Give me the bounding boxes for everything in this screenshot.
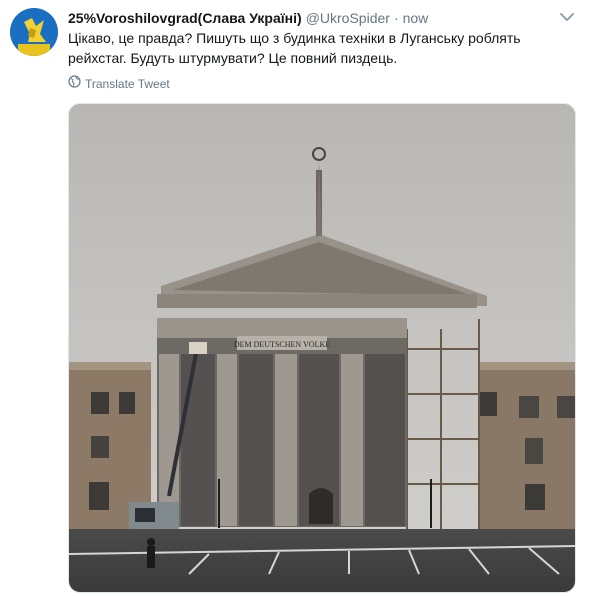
user-handle[interactable]: @UkroSpider xyxy=(306,10,390,26)
display-name[interactable]: 25%Voroshilovgrad(Слава Україні) xyxy=(68,10,302,26)
tweet-text-line-1: Цікаво, це правда? Пишуть що з будинка т… xyxy=(68,30,521,46)
banner-text: DEM DEUTSCHEN VOLKE xyxy=(234,340,330,349)
translate-tweet-link[interactable]: Translate Tweet xyxy=(68,75,170,92)
timestamp[interactable]: now xyxy=(403,10,429,26)
translate-label: Translate Tweet xyxy=(85,76,170,91)
tweet-text: Цікаво, це правда? Пишуть що з будинка т… xyxy=(68,28,568,68)
chevron-down-icon[interactable] xyxy=(559,10,575,24)
tweet: 25%Voroshilovgrad(Слава Україні) @UkroSpi… xyxy=(0,0,599,596)
tweet-header: 25%Voroshilovgrad(Слава Україні) @UkroSpi… xyxy=(68,9,589,27)
avatar[interactable] xyxy=(10,8,58,56)
tweet-text-line-2: рейхстаг. Будуть штурмувати? Це повний п… xyxy=(68,50,398,66)
building-photo: DEM DEUTSCHEN VOLKE xyxy=(69,104,575,592)
globe-icon xyxy=(68,75,81,92)
tweet-photo[interactable]: DEM DEUTSCHEN VOLKE xyxy=(68,103,576,593)
separator-dot: · xyxy=(393,10,399,26)
